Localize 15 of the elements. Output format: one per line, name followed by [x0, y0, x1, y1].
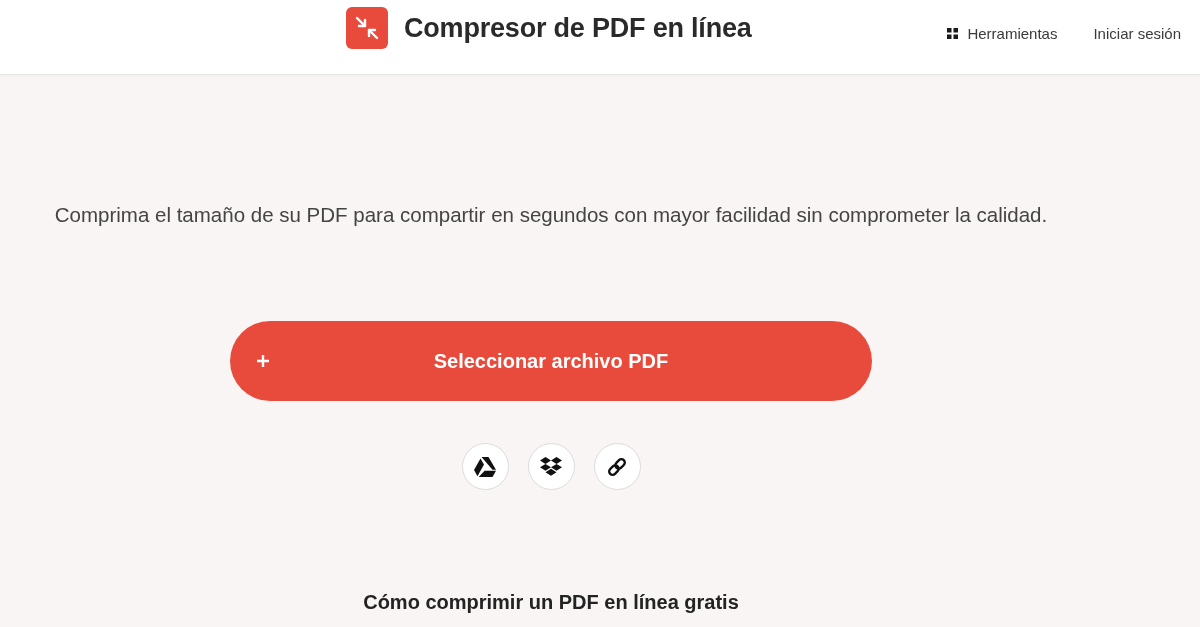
- compress-arrows-logo-icon: [346, 7, 388, 49]
- plus-icon: [257, 355, 269, 367]
- triangle-drive-icon: [474, 455, 496, 478]
- link-button[interactable]: [593, 443, 641, 490]
- tools-menu-button[interactable]: Herramientas: [947, 24, 1058, 42]
- dropbox-icon: [540, 455, 562, 478]
- select-pdf-button[interactable]: Seleccionar archivo PDF: [230, 321, 872, 401]
- section-heading: Cómo comprimir un PDF en línea gratis: [363, 590, 739, 615]
- login-link[interactable]: Iniciar sesión: [1093, 24, 1181, 42]
- dropbox-button[interactable]: [527, 443, 575, 490]
- page-title: Compresor de PDF en línea: [404, 12, 752, 44]
- link-icon: [606, 455, 628, 478]
- subtitle-text: Comprima el tamaño de su PDF para compartir en segundos con mayor facilidad sin comprometer la calidad.: [54, 202, 1048, 228]
- drive-button[interactable]: [461, 443, 509, 490]
- grid-icon: [947, 27, 959, 39]
